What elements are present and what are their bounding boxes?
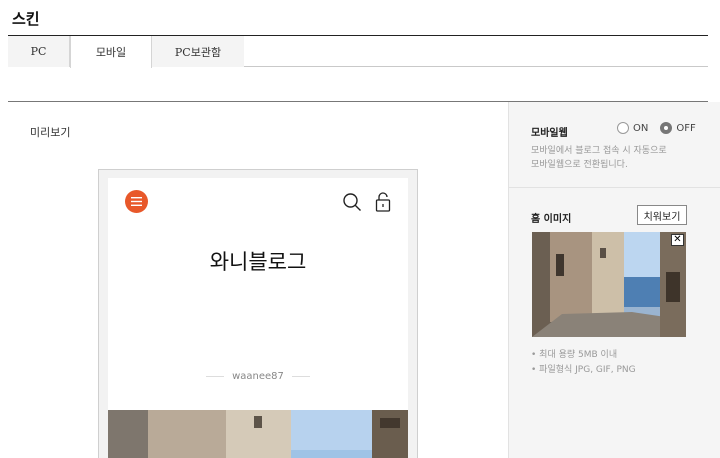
preview-label: 미리보기 [30, 126, 71, 139]
preview-cover-image [108, 410, 408, 458]
panel-separator [509, 187, 720, 188]
blog-user: waanee87 [108, 371, 408, 382]
menu-button[interactable] [125, 190, 148, 213]
remove-image-button[interactable]: 치워보기 [637, 205, 687, 225]
skin-tabs: PC 모바일 PC보관함 [8, 35, 708, 68]
description-line: 모바일웹으로 전환됩니다. [531, 160, 628, 170]
blog-title: 와니블로그 [209, 250, 307, 274]
radio-on[interactable] [617, 122, 629, 134]
close-icon[interactable]: ✕ [671, 234, 684, 246]
radio-off-label[interactable]: OFF [676, 123, 695, 134]
lock-icon[interactable] [374, 191, 392, 213]
tab-pc-storage[interactable]: PC보관함 [152, 36, 244, 67]
radio-on-label[interactable]: ON [633, 123, 648, 134]
user-line-left [206, 376, 225, 377]
note-item: 파일형식 JPG, GIF, PNG [531, 363, 635, 378]
note-item: 최대 용량 5MB 이내 [531, 348, 636, 363]
home-image [532, 232, 686, 337]
mobile-web-toggle: ON OFF [617, 122, 704, 134]
settings-panel: 모바일웹 ON OFF 모바일에서 블로그 접속 시 자동으로 모바일웹으로 전… [508, 102, 720, 458]
search-icon[interactable] [342, 192, 362, 212]
radio-off[interactable] [660, 122, 673, 134]
mobile-web-description: 모바일에서 블로그 접속 시 자동으로 모바일웹으로 전환됩니다. [531, 144, 701, 172]
blog-user-name: waanee87 [232, 371, 284, 382]
tab-mobile[interactable]: 모바일 [70, 36, 152, 68]
home-image-thumbnail: ✕ [532, 232, 686, 337]
mobile-web-label: 모바일웹 [531, 128, 568, 139]
menu-icon [131, 197, 142, 206]
mobile-preview-screen: 와니블로그 waanee87 [108, 178, 408, 458]
home-image-label: 홈 이미지 [531, 214, 572, 225]
home-image-notes: 최대 용량 5MB 이내 파일형식 JPG, GIF, PNG [531, 348, 636, 378]
description-line: 모바일에서 블로그 접속 시 자동으로 [531, 146, 667, 156]
tab-pc[interactable]: PC [8, 36, 70, 67]
user-line-right [291, 376, 310, 377]
mobile-preview-frame: 와니블로그 waanee87 [98, 169, 418, 458]
page-title: 스킨 [12, 10, 40, 28]
